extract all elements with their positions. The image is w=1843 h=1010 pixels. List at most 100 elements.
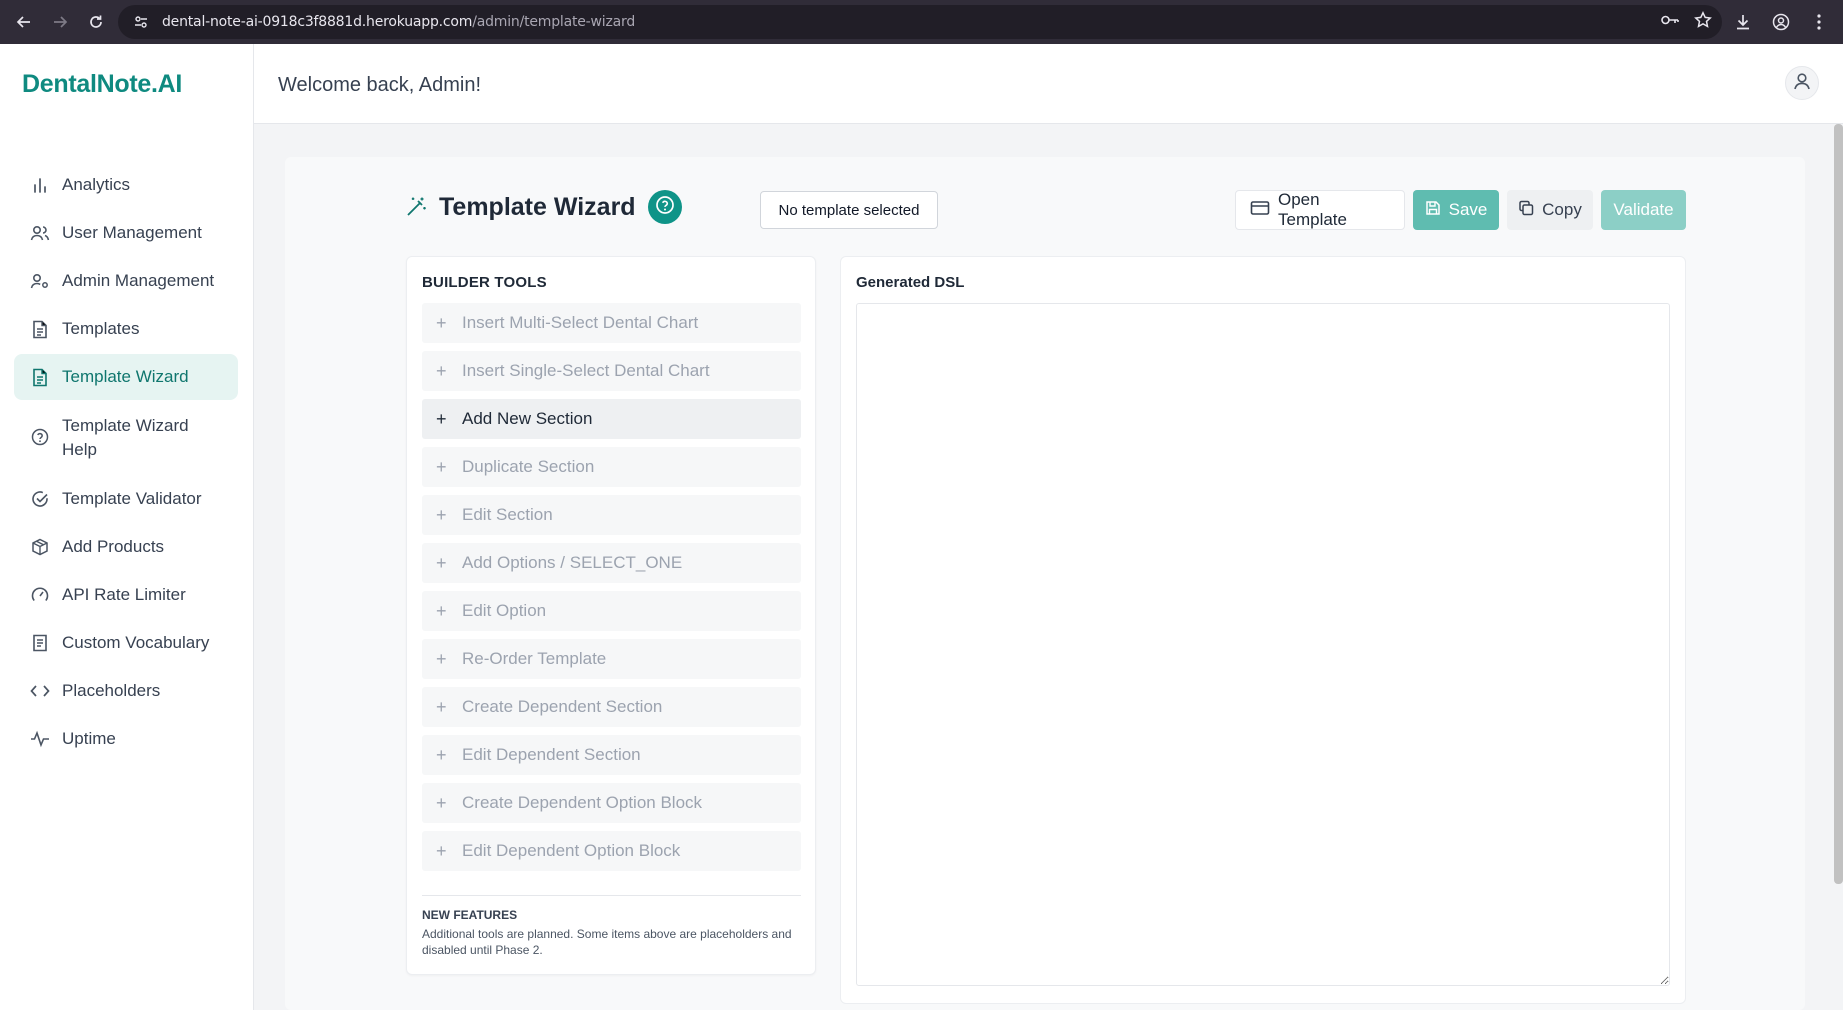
magic-wand-icon	[405, 195, 429, 219]
sidebar-item-user-management[interactable]: User Management	[14, 210, 238, 256]
back-icon[interactable]	[8, 6, 40, 38]
sidebar-item-admin-management[interactable]: Admin Management	[14, 258, 238, 304]
builder-tool-list: + Insert Multi-Select Dental Chart + Inser…	[422, 303, 801, 879]
tool-insert-multi-select-chart[interactable]: + Insert Multi-Select Dental Chart	[422, 303, 801, 343]
site-info-icon[interactable]	[132, 13, 150, 31]
tool-label: Edit Section	[462, 505, 553, 524]
sidebar-item-template-wizard-help[interactable]: Template Wizard Help	[14, 402, 238, 474]
wizard-actions: Open Template Save Copy Validate	[1235, 190, 1686, 230]
tool-label: Edit Option	[462, 601, 547, 620]
new-features-text: Additional tools are planned. Some items…	[422, 927, 792, 957]
help-button[interactable]	[647, 190, 682, 224]
browser-toolbar: dental-note-ai-0918c3f8881d.herokuapp.co…	[0, 0, 1843, 44]
credit-card-icon	[1250, 200, 1270, 221]
sidebar-item-custom-vocabulary[interactable]: Custom Vocabulary	[14, 620, 238, 666]
tool-edit-option[interactable]: + Edit Option	[422, 591, 801, 631]
tool-create-dependent-section[interactable]: + Create Dependent Section	[422, 687, 801, 727]
book-icon	[30, 632, 50, 654]
bar-chart-icon	[30, 174, 50, 196]
tool-reorder-template[interactable]: + Re-Order Template	[422, 639, 801, 679]
save-button[interactable]: Save	[1413, 190, 1499, 230]
password-key-icon[interactable]	[1660, 12, 1680, 33]
sidebar: DentalNote.AI Analytics User Management …	[0, 44, 254, 1010]
tool-label: Duplicate Section	[462, 457, 595, 476]
profile-icon[interactable]	[1767, 8, 1795, 36]
tool-label: Re-Order Template	[462, 649, 607, 668]
tool-insert-single-select-chart[interactable]: + Insert Single-Select Dental Chart	[422, 351, 801, 391]
sidebar-item-template-validator[interactable]: Template Validator	[14, 476, 238, 522]
question-icon	[655, 195, 675, 220]
menu-kebab-icon[interactable]	[1805, 8, 1833, 36]
sidebar-item-label: Template Validator	[62, 489, 202, 508]
tool-edit-dependent-section[interactable]: + Edit Dependent Section	[422, 735, 801, 775]
sidebar-item-label: Placeholders	[62, 681, 161, 700]
brand-logo[interactable]: DentalNote.AI	[22, 70, 182, 99]
sidebar-item-label: Uptime	[62, 729, 116, 748]
tool-edit-section[interactable]: + Edit Section	[422, 495, 801, 535]
sidebar-item-templates[interactable]: Templates	[14, 306, 238, 352]
plus-icon: +	[436, 840, 447, 861]
copy-icon	[1518, 200, 1534, 221]
tool-edit-dependent-option-block[interactable]: + Edit Dependent Option Block	[422, 831, 801, 871]
page-scrollbar[interactable]	[1834, 124, 1843, 884]
file-text-icon	[30, 318, 50, 340]
new-features-title: NEW FEATURES	[422, 908, 518, 922]
sidebar-item-template-wizard[interactable]: Template Wizard	[14, 354, 238, 400]
user-icon	[1792, 71, 1812, 96]
user-avatar-button[interactable]	[1785, 66, 1819, 100]
template-status-badge: No template selected	[760, 191, 938, 229]
sidebar-item-analytics[interactable]: Analytics	[14, 162, 238, 208]
tool-create-dependent-option-block[interactable]: + Create Dependent Option Block	[422, 783, 801, 823]
tool-duplicate-section[interactable]: + Duplicate Section	[422, 447, 801, 487]
sidebar-item-api-rate-limiter[interactable]: API Rate Limiter	[14, 572, 238, 618]
tool-label: Insert Single-Select Dental Chart	[462, 361, 710, 380]
sidebar-item-label: Templates	[62, 319, 140, 338]
forward-icon[interactable]	[44, 6, 76, 38]
download-icon[interactable]	[1729, 8, 1757, 36]
plus-icon: +	[436, 408, 447, 429]
file-text-icon	[30, 366, 50, 388]
copy-label: Copy	[1542, 200, 1582, 219]
open-template-button[interactable]: Open Template	[1235, 190, 1405, 230]
save-icon	[1425, 200, 1441, 221]
sidebar-item-placeholders[interactable]: Placeholders	[14, 668, 238, 714]
plus-icon: +	[436, 792, 447, 813]
sidebar-item-label: API Rate Limiter	[62, 585, 186, 604]
save-label: Save	[1448, 200, 1488, 219]
sidebar-item-label: Custom Vocabulary	[62, 633, 210, 652]
reload-icon[interactable]	[80, 6, 112, 38]
plus-icon: +	[436, 552, 447, 573]
tool-label: Create Dependent Section	[462, 697, 663, 716]
dsl-textarea[interactable]	[856, 303, 1670, 986]
check-circle-icon	[30, 488, 50, 510]
code-icon	[30, 680, 50, 702]
url-text: dental-note-ai-0918c3f8881d.herokuapp.co…	[162, 14, 635, 30]
plus-icon: +	[436, 504, 447, 525]
generated-dsl-title: Generated DSL	[856, 274, 965, 291]
sidebar-item-add-products[interactable]: Add Products	[14, 524, 238, 570]
sidebar-nav: Analytics User Management Admin Manageme…	[14, 162, 238, 764]
generated-dsl-card: Generated DSL	[840, 256, 1686, 1004]
validate-button[interactable]: Validate	[1601, 190, 1686, 230]
welcome-message: Welcome back, Admin!	[278, 74, 482, 96]
package-icon	[30, 536, 50, 558]
tool-add-new-section[interactable]: + Add New Section	[422, 399, 801, 439]
wizard-header: Template Wizard	[405, 190, 682, 224]
plus-icon: +	[436, 648, 447, 669]
plus-icon: +	[436, 312, 447, 333]
tool-label: Create Dependent Option Block	[462, 793, 703, 812]
builder-tools-title: BUILDER TOOLS	[422, 274, 547, 291]
sidebar-item-uptime[interactable]: Uptime	[14, 716, 238, 762]
tool-label: Add Options / SELECT_ONE	[462, 553, 683, 572]
sidebar-item-label: Template Wizard	[62, 367, 189, 386]
user-cog-icon	[30, 270, 50, 292]
copy-button[interactable]: Copy	[1507, 190, 1593, 230]
tool-label: Add New Section	[462, 409, 593, 428]
tool-add-options[interactable]: + Add Options / SELECT_ONE	[422, 543, 801, 583]
tool-label: Edit Dependent Option Block	[462, 841, 681, 860]
sidebar-item-label: Add Products	[62, 537, 165, 556]
address-bar[interactable]: dental-note-ai-0918c3f8881d.herokuapp.co…	[118, 5, 1722, 39]
builder-tools-card: BUILDER TOOLS + Insert Multi-Select Denta…	[406, 256, 816, 975]
gauge-icon	[30, 584, 50, 606]
bookmark-star-icon[interactable]	[1694, 10, 1712, 34]
